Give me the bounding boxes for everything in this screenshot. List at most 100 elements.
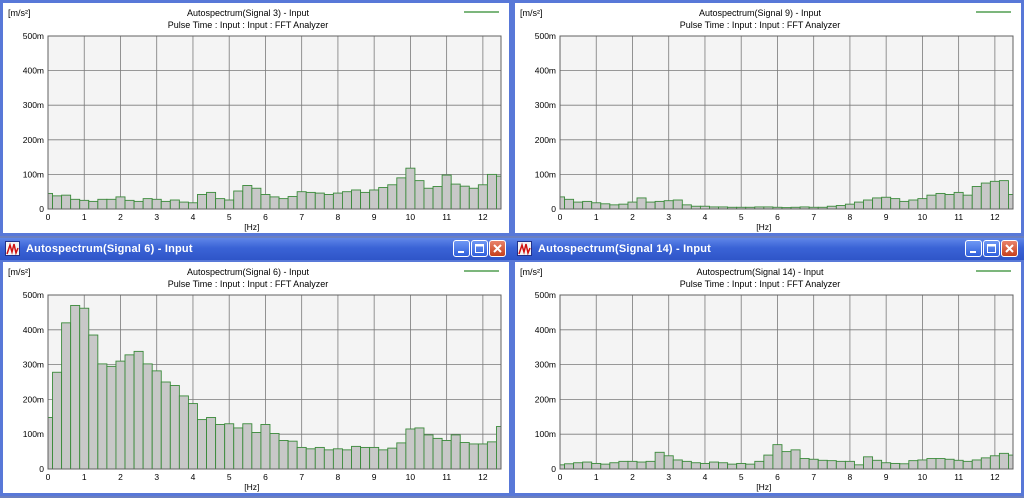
chart-window-signal-14[interactable]: Autospectrum(Signal 14) - Input Autospec… xyxy=(512,238,1024,496)
x-tick-label: 8 xyxy=(848,472,853,482)
maximize-button[interactable] xyxy=(471,240,488,257)
bar xyxy=(106,365,117,470)
bar xyxy=(206,417,217,470)
x-tick-label: 4 xyxy=(191,472,196,482)
x-tick-label: 0 xyxy=(46,472,51,482)
bar xyxy=(971,459,982,470)
bar xyxy=(405,428,416,470)
bar xyxy=(242,185,253,210)
y-tick-label: 300m xyxy=(535,100,556,110)
bar xyxy=(899,200,910,210)
bar xyxy=(260,194,271,210)
bar xyxy=(332,448,343,470)
chart-window-signal-9[interactable]: Autospectrum(Signal 9) - Input Pulse Time… xyxy=(512,0,1024,236)
bar xyxy=(477,184,488,210)
y-axis-label: [m/s²] xyxy=(8,267,31,277)
bar xyxy=(486,441,497,470)
bar xyxy=(97,198,108,210)
bar xyxy=(763,454,774,470)
x-tick-label: 3 xyxy=(154,472,159,482)
x-tick-label: 9 xyxy=(884,472,889,482)
x-tick-label: 12 xyxy=(478,472,488,482)
chart-subtitle: Pulse Time : Input : Input : FFT Analyze… xyxy=(168,279,328,289)
window-titlebar[interactable]: Autospectrum(Signal 6) - Input xyxy=(0,238,512,260)
x-tick-label: 6 xyxy=(263,472,268,482)
maximize-icon xyxy=(475,244,484,253)
y-axis-label: [m/s²] xyxy=(520,8,543,18)
bar xyxy=(817,459,828,470)
minimize-icon xyxy=(458,251,464,253)
bar xyxy=(926,458,937,470)
bar xyxy=(998,452,1009,470)
close-button[interactable] xyxy=(1001,240,1018,257)
bar xyxy=(681,204,692,210)
bar xyxy=(609,204,620,210)
x-tick-label: 3 xyxy=(666,472,671,482)
spectrum-icon xyxy=(517,241,532,256)
bar xyxy=(142,363,153,470)
bar xyxy=(844,203,855,210)
bar xyxy=(618,460,629,470)
chart-window-signal-6[interactable]: Autospectrum(Signal 6) - Input Autospect… xyxy=(0,238,512,496)
bar xyxy=(97,363,108,470)
chart-panel: Autospectrum(Signal 14) - Input Pulse Tim… xyxy=(515,262,1021,493)
y-tick-label: 300m xyxy=(23,100,44,110)
chart-window-signal-3[interactable]: Autospectrum(Signal 3) - Input Pulse Time… xyxy=(0,0,512,236)
maximize-icon xyxy=(987,244,996,253)
chart-title: Autospectrum(Signal 6) - Input xyxy=(187,267,310,277)
bar xyxy=(654,451,665,470)
x-tick-label: 7 xyxy=(811,212,816,222)
bar xyxy=(61,322,72,470)
bar xyxy=(224,199,235,210)
x-tick-label: 1 xyxy=(594,472,599,482)
y-tick-label: 200m xyxy=(535,394,556,404)
close-button[interactable] xyxy=(489,240,506,257)
bar xyxy=(233,190,244,210)
plot-area xyxy=(559,294,1014,470)
x-tick-label: 1 xyxy=(82,212,87,222)
bar xyxy=(1008,194,1014,210)
bar xyxy=(745,463,756,470)
bar xyxy=(699,462,710,470)
bar xyxy=(296,191,307,210)
bar xyxy=(573,462,584,470)
x-tick-label: 0 xyxy=(558,212,563,222)
bar xyxy=(854,464,864,470)
minimize-button[interactable] xyxy=(965,240,982,257)
bar xyxy=(591,462,602,470)
bar xyxy=(88,334,99,470)
bar xyxy=(115,360,126,470)
y-tick-label: 0 xyxy=(551,464,556,474)
y-tick-label: 500m xyxy=(23,290,44,300)
bar xyxy=(790,449,801,470)
x-tick-label: 10 xyxy=(406,472,416,482)
bar xyxy=(206,191,217,210)
x-tick-label: 8 xyxy=(848,212,853,222)
bar xyxy=(342,191,352,210)
bar xyxy=(727,463,738,470)
bar xyxy=(52,195,63,210)
maximize-button[interactable] xyxy=(983,240,1000,257)
y-tick-label: 400m xyxy=(23,66,44,76)
bar xyxy=(61,194,72,210)
bar xyxy=(564,463,575,470)
bar xyxy=(233,427,244,470)
x-tick-label: 11 xyxy=(442,212,451,222)
bar xyxy=(187,202,198,210)
bar xyxy=(496,175,502,210)
bar xyxy=(378,187,389,210)
window-titlebar[interactable]: Autospectrum(Signal 14) - Input xyxy=(512,238,1024,260)
x-tick-label: 2 xyxy=(118,212,123,222)
bar xyxy=(305,191,316,210)
bar xyxy=(432,186,443,210)
bar xyxy=(242,423,253,470)
bar xyxy=(88,200,99,210)
x-axis-label: [Hz] xyxy=(244,222,259,232)
y-tick-label: 100m xyxy=(535,429,556,439)
bar xyxy=(79,199,90,210)
bar xyxy=(917,198,928,210)
x-tick-label: 12 xyxy=(990,212,1000,222)
bar xyxy=(654,200,665,210)
minimize-button[interactable] xyxy=(453,240,470,257)
y-tick-label: 400m xyxy=(535,66,556,76)
